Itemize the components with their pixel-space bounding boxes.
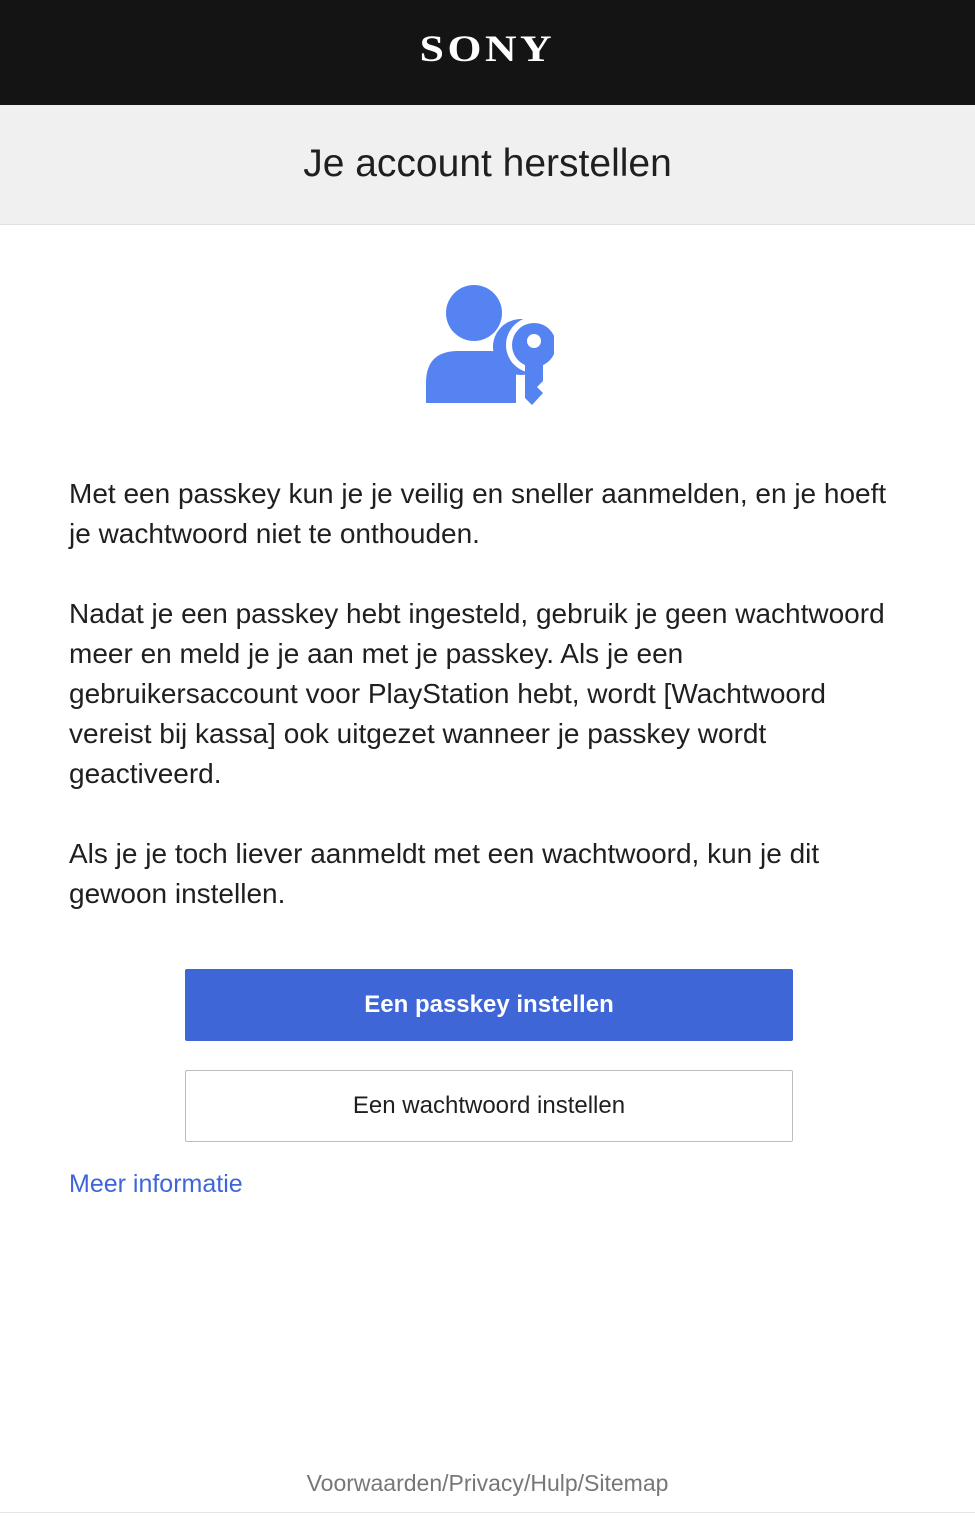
- description: Met een passkey kun je je veilig en snel…: [69, 474, 909, 954]
- recovery-page: SONY Je account herstellen Met een passk…: [0, 0, 975, 1517]
- sony-logo: SONY: [419, 29, 556, 70]
- top-bar: SONY: [0, 0, 975, 105]
- paragraph-passkey-intro: Met een passkey kun je je veilig en snel…: [69, 478, 887, 549]
- footer-sitemap-link[interactable]: Sitemap: [584, 1470, 668, 1496]
- set-up-passkey-button[interactable]: Een passkey instellen: [185, 969, 793, 1041]
- paragraph-password-option: Als je je toch liever aanmeldt met een w…: [69, 838, 820, 909]
- user-key-icon: [426, 285, 554, 405]
- more-info-link[interactable]: Meer informatie: [69, 1170, 243, 1199]
- bottom-divider: [0, 1512, 975, 1513]
- paragraph-passkey-details: Nadat je een passkey hebt ingesteld, geb…: [69, 598, 885, 789]
- set-up-password-button[interactable]: Een wachtwoord instellen: [185, 1070, 793, 1142]
- footer-links: Voorwaarden/Privacy/Hulp/Sitemap: [0, 1470, 975, 1497]
- title-band: Je account herstellen: [0, 105, 975, 225]
- page-title: Je account herstellen: [303, 141, 672, 185]
- footer-help-link[interactable]: Hulp: [530, 1470, 577, 1496]
- footer-privacy-link[interactable]: Privacy: [449, 1470, 524, 1496]
- footer-terms-link[interactable]: Voorwaarden: [307, 1470, 443, 1496]
